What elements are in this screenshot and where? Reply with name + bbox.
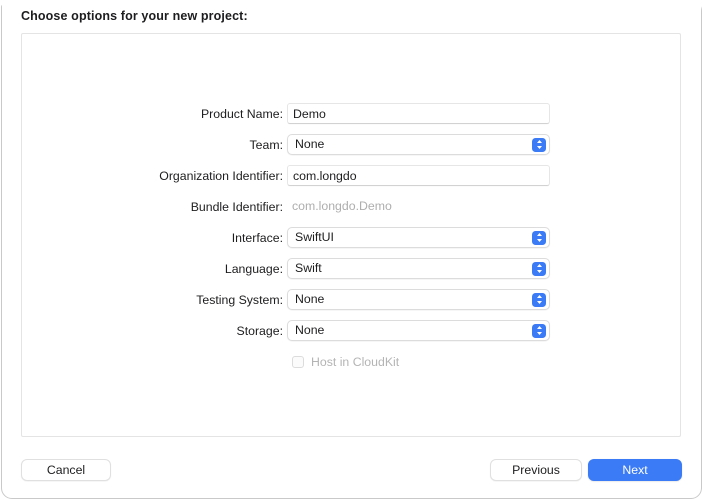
team-popup-button[interactable]: None <box>287 134 550 155</box>
storage-field-wrap: None <box>287 320 550 341</box>
interface-field-wrap: SwiftUI <box>287 227 550 248</box>
host-in-cloudkit-checkbox: Host in CloudKit <box>287 351 550 372</box>
organization-identifier-label: Organization Identifier: <box>159 169 283 183</box>
chevron-up-down-icon[interactable] <box>532 323 546 338</box>
form-row-team: Team: None <box>22 134 682 155</box>
product-name-label: Product Name: <box>200 107 283 121</box>
language-label: Language: <box>224 262 283 276</box>
host-in-cloudkit-field-wrap: Host in CloudKit <box>287 351 550 372</box>
bundle-identifier-label: Bundle Identifier: <box>190 200 283 214</box>
testing-system-popup-button[interactable]: None <box>287 289 550 310</box>
cancel-button[interactable]: Cancel <box>21 459 111 481</box>
chevron-up-down-icon[interactable] <box>532 261 546 276</box>
language-popup-button[interactable]: Swift <box>287 258 550 279</box>
form-row-product-name: Product Name: <box>22 103 682 124</box>
organization-identifier-field-wrap <box>287 165 550 186</box>
form-row-interface: Interface: SwiftUI <box>22 227 682 248</box>
form-row-host-in-cloudkit: Host in CloudKit <box>22 354 682 370</box>
product-name-input[interactable] <box>287 103 550 124</box>
language-popup-value: Swift <box>295 261 322 275</box>
interface-popup-button[interactable]: SwiftUI <box>287 227 550 248</box>
checkbox-icon <box>292 355 304 368</box>
bundle-identifier-field-wrap: com.longdo.Demo <box>287 196 550 217</box>
host-in-cloudkit-label: Host in CloudKit <box>311 354 400 369</box>
language-field-wrap: Swift <box>287 258 550 279</box>
form-row-bundle-identifier: Bundle Identifier: com.longdo.Demo <box>22 199 682 215</box>
interface-popup-value: SwiftUI <box>295 230 334 244</box>
form-row-organization-identifier: Organization Identifier: <box>22 165 682 186</box>
options-panel: Product Name: Team: None <box>21 33 681 437</box>
previous-button[interactable]: Previous <box>490 459 582 481</box>
team-field-wrap: None <box>287 134 550 155</box>
form-row-storage: Storage: None <box>22 320 682 341</box>
chevron-up-down-icon[interactable] <box>532 137 546 152</box>
team-popup-value: None <box>295 137 325 151</box>
testing-system-popup-value: None <box>295 292 325 306</box>
chevron-up-down-icon[interactable] <box>532 292 546 307</box>
testing-system-field-wrap: None <box>287 289 550 310</box>
bundle-identifier-value: com.longdo.Demo <box>292 199 392 213</box>
organization-identifier-input[interactable] <box>287 165 550 186</box>
project-options-form: Product Name: Team: None <box>22 103 682 385</box>
storage-label: Storage: <box>236 324 284 338</box>
product-name-field-wrap <box>287 103 550 124</box>
testing-system-label: Testing System: <box>196 293 283 307</box>
storage-popup-button[interactable]: None <box>287 320 550 341</box>
interface-label: Interface: <box>231 231 283 245</box>
form-row-testing-system: Testing System: None <box>22 289 682 310</box>
chevron-up-down-icon[interactable] <box>532 230 546 245</box>
next-button[interactable]: Next <box>588 459 682 481</box>
team-label: Team: <box>249 138 284 152</box>
form-row-language: Language: Swift <box>22 258 682 279</box>
new-project-options-sheet: Choose options for your new project: Pro… <box>0 0 702 500</box>
storage-popup-value: None <box>295 323 325 337</box>
page-title: Choose options for your new project: <box>21 9 248 23</box>
